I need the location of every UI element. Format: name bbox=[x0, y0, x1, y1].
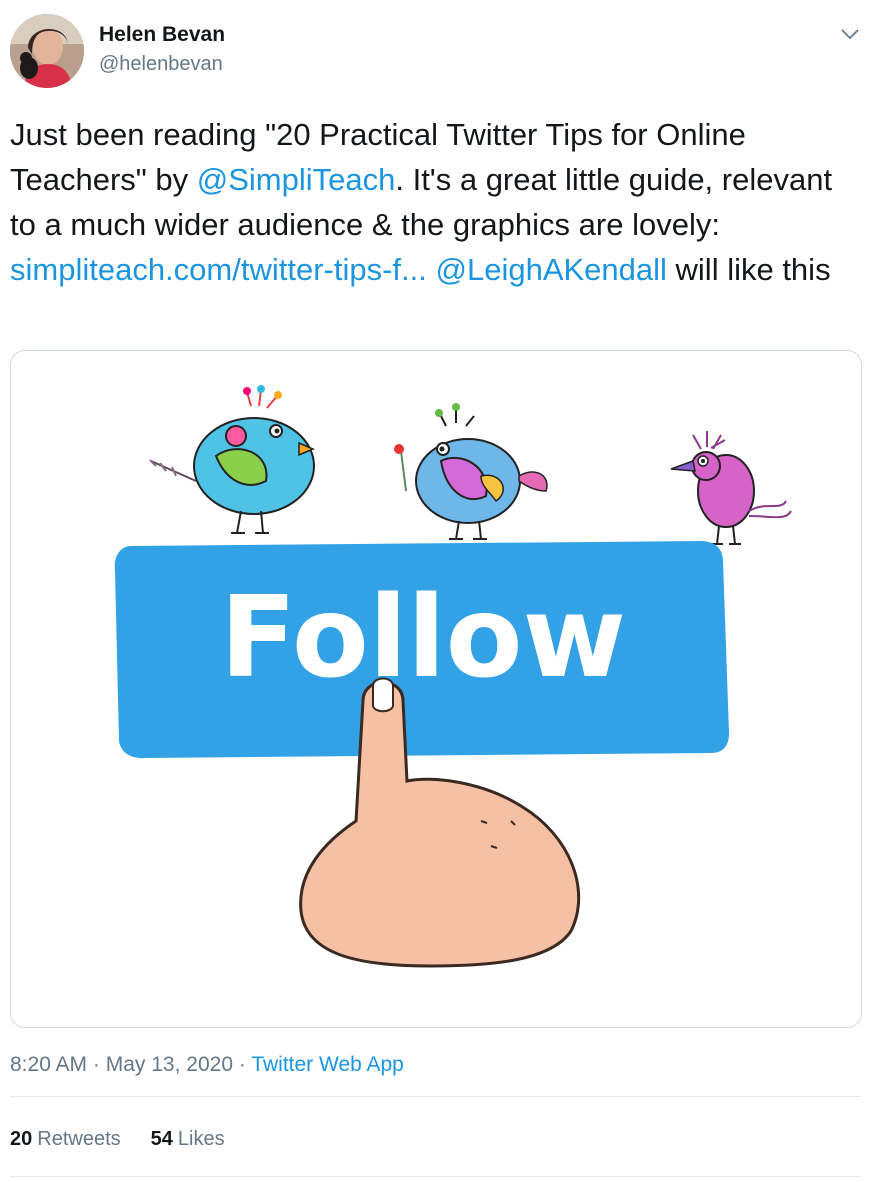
tweet-card: Helen Bevan @helenbevan Just been readin… bbox=[0, 0, 875, 1182]
mention-link[interactable]: @SimpliTeach bbox=[197, 162, 396, 197]
retweets-stat[interactable]: 20 Retweets bbox=[10, 1128, 121, 1151]
avatar-image bbox=[10, 14, 84, 88]
tweet-time[interactable]: 8:20 AM bbox=[10, 1053, 87, 1076]
author-name[interactable]: Helen Bevan bbox=[99, 23, 225, 47]
tweet-text: Just been reading "20 Practical Twitter … bbox=[10, 112, 865, 292]
tweet-media-image[interactable]: Follow bbox=[10, 350, 862, 1028]
tweet-menu-button[interactable] bbox=[836, 22, 864, 46]
divider bbox=[10, 1096, 861, 1097]
likes-count: 54 bbox=[150, 1128, 173, 1150]
tweet-stats: 20 Retweets 54 Likes bbox=[10, 1128, 225, 1151]
meta-separator: · bbox=[92, 1053, 100, 1076]
avatar[interactable] bbox=[10, 14, 84, 88]
follow-button-text: Follow bbox=[220, 573, 626, 703]
tweet-text-segment bbox=[427, 252, 436, 287]
mention-link[interactable]: @LeighAKendall bbox=[436, 252, 667, 287]
likes-stat[interactable]: 54 Likes bbox=[151, 1128, 225, 1151]
author-handle[interactable]: @helenbevan bbox=[99, 53, 223, 76]
retweets-label: Retweets bbox=[37, 1128, 121, 1150]
tweet-date[interactable]: May 13, 2020 bbox=[106, 1053, 233, 1076]
tweet-meta: 8:20 AM · May 13, 2020 · Twitter Web App bbox=[10, 1053, 404, 1077]
likes-label: Likes bbox=[177, 1128, 225, 1150]
meta-separator: · bbox=[238, 1053, 246, 1076]
chevron-down-icon bbox=[841, 28, 859, 39]
divider bbox=[10, 1176, 861, 1177]
retweets-count: 20 bbox=[10, 1128, 33, 1150]
url-link[interactable]: simpliteach.com/twitter-tips-f... bbox=[10, 252, 427, 287]
tweet-text-segment: will like this bbox=[666, 252, 831, 287]
tweet-source-link[interactable]: Twitter Web App bbox=[251, 1053, 404, 1076]
follow-illustration: Follow bbox=[11, 351, 861, 1027]
